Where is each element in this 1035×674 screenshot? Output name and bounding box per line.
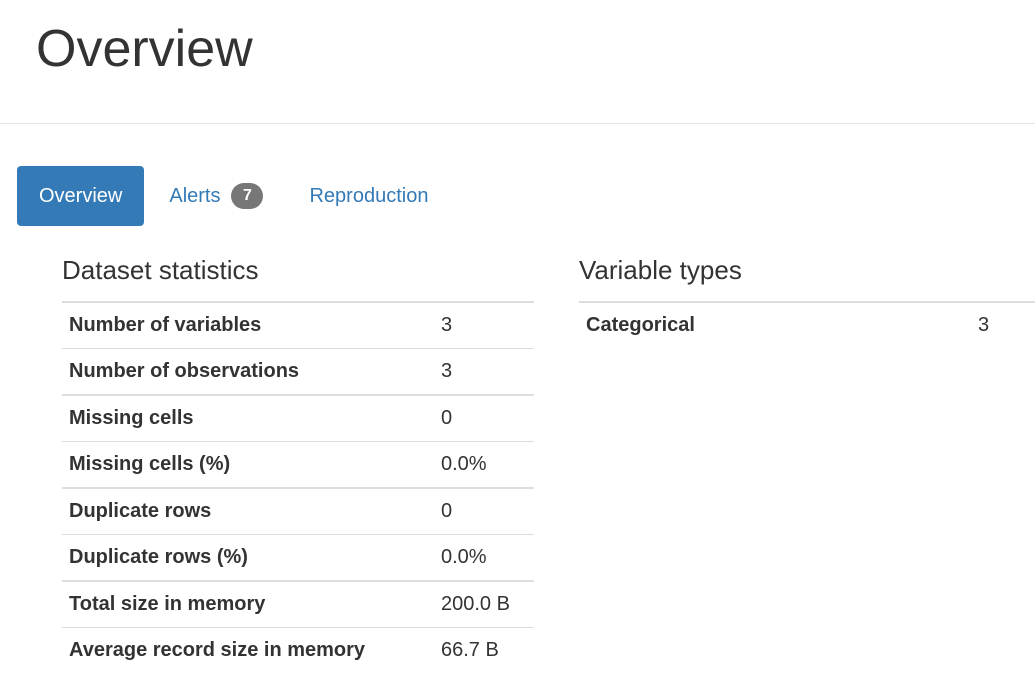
table-row: Categorical 3 [579,302,1035,348]
stat-value: 66.7 B [441,639,499,661]
tab-reproduction[interactable]: Reproduction [287,166,450,226]
table-row: Duplicate rows (%) 0.0% [62,534,534,582]
variable-type-count: 3 [978,314,990,336]
stat-label: Average record size in memory [69,639,366,661]
table-row: Missing cells (%) 0.0% [62,441,534,489]
variable-types-title: Variable types [579,255,742,285]
stat-label: Total size in memory [62,581,434,628]
tab-alerts[interactable]: Alerts 7 [144,166,287,226]
table-row: Number of variables 3 [62,302,534,349]
stat-label: Missing cells [62,395,434,442]
header-divider [0,123,1035,124]
stat-label: Duplicate rows (%) [62,534,434,582]
stat-value: 3 [434,348,534,396]
table-row: Total size in memory 200.0 B [62,581,534,628]
table-row: Duplicate rows 0 [62,488,534,535]
table-row: Missing cells 0 [62,395,534,442]
stat-label: Number of variables [62,302,434,349]
dataset-statistics-table: Number of variables 3 Number of observat… [62,301,534,673]
variable-type-label: Categorical [586,314,695,336]
table-row: Number of observations 3 [62,348,534,396]
dataset-statistics-title: Dataset statistics [62,255,259,285]
table-row: Average record size in memory 66.7 B [62,628,534,674]
tab-overview[interactable]: Overview [17,166,145,226]
stat-label: Missing cells (%) [62,441,434,489]
page-title: Overview [36,20,253,78]
stat-value: 0.0% [434,534,534,582]
alerts-count-badge: 7 [231,183,264,209]
variable-types-table: Categorical 3 [579,301,1035,348]
stat-value: 200.0 B [434,581,534,628]
tab-alerts-label: Alerts [169,184,221,207]
stat-label: Duplicate rows [62,488,434,535]
tab-reproduction-label: Reproduction [309,184,429,207]
stat-value: 3 [434,302,534,349]
tab-bar: Overview Alerts 7 Reproduction [17,166,450,226]
stat-value: 0 [434,488,534,535]
stat-label: Number of observations [62,348,434,396]
tab-overview-label: Overview [39,184,123,207]
stat-value: 0 [434,395,534,442]
stat-value: 0.0% [434,441,534,489]
